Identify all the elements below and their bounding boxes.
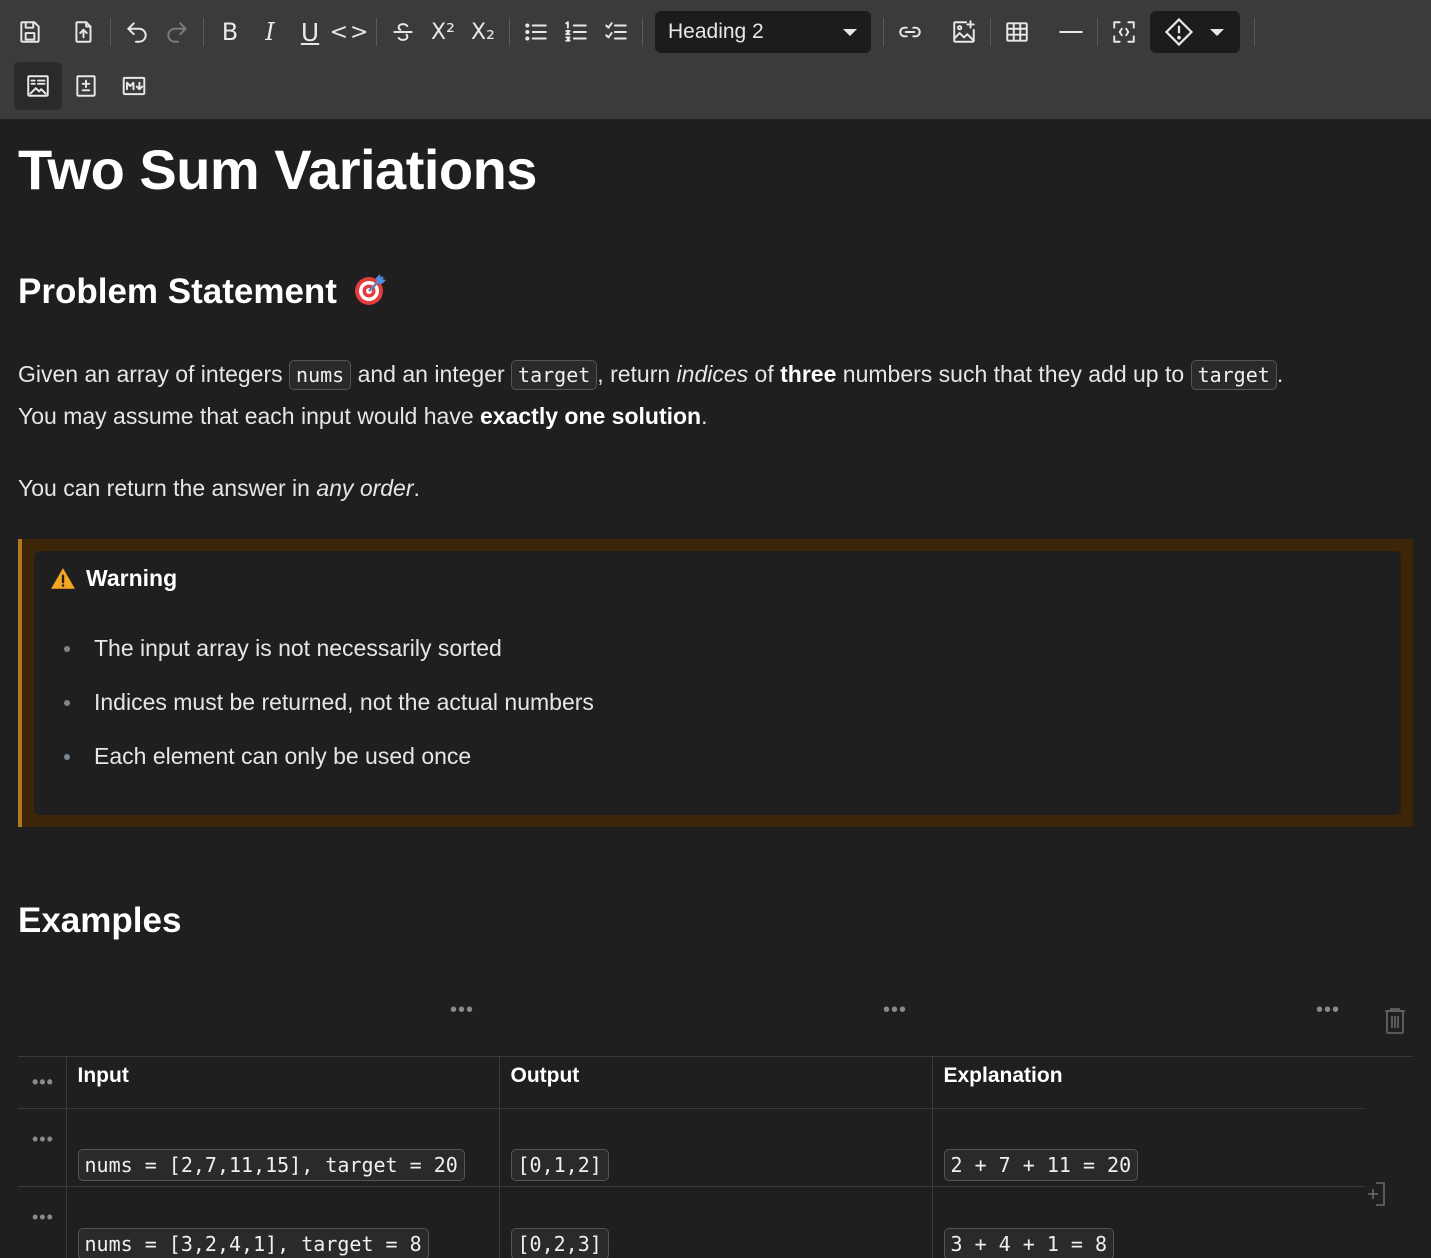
- row-handle-icon[interactable]: •••: [18, 1108, 66, 1187]
- chevron-down-icon: [843, 28, 857, 36]
- diff-icon[interactable]: [66, 66, 106, 106]
- warning-callout-title: Warning: [50, 565, 177, 592]
- table-header-cell[interactable]: Output: [498, 1056, 932, 1109]
- problem-paragraph-1: Given an array of integers nums and an i…: [18, 353, 1283, 396]
- numbered-list-icon[interactable]: [556, 12, 596, 52]
- strikethrough-icon[interactable]: [383, 12, 423, 52]
- toolbar-separator: [110, 18, 111, 46]
- callout-warning-icon: [1164, 17, 1194, 47]
- toolbar-row-2: [0, 60, 154, 112]
- table-icon[interactable]: [997, 12, 1037, 52]
- horizontal-rule-icon[interactable]: [1051, 12, 1091, 52]
- problem-paragraph-2: You may assume that each input would hav…: [18, 403, 708, 429]
- table-cell[interactable]: 2 + 7 + 11 = 20: [931, 1108, 1365, 1187]
- fullscreen-icon[interactable]: [1104, 12, 1144, 52]
- document-title: Two Sum Variations: [18, 138, 537, 201]
- problem-paragraph-3: You can return the answer in any order.: [18, 475, 420, 501]
- bold-button[interactable]: B: [210, 12, 250, 52]
- toolbar-separator: [642, 18, 643, 46]
- examples-heading: Examples: [18, 901, 182, 940]
- table-header-row: ••• Input Output Explanation: [18, 1056, 1365, 1109]
- toolbar-separator: [990, 18, 991, 46]
- table-row: ••• nums = [3,2,4,1], target = 8 [0,2,3]…: [18, 1186, 1365, 1258]
- row-handle-icon[interactable]: •••: [18, 1056, 66, 1109]
- table-header-cell[interactable]: Input: [65, 1056, 499, 1109]
- toolbar-separator: [1097, 18, 1098, 46]
- toolbar-row-1: B I U <> X² X₂ Heading 2: [0, 6, 1261, 58]
- heading-select[interactable]: Heading 2: [655, 11, 871, 53]
- column-handle-icon[interactable]: •••: [450, 999, 474, 1022]
- undo-icon[interactable]: [117, 12, 157, 52]
- link-icon[interactable]: [890, 12, 930, 52]
- warning-triangle-icon: [51, 567, 75, 589]
- target-emoji-icon: [354, 274, 386, 305]
- task-list-icon[interactable]: [596, 12, 636, 52]
- row-handle-icon[interactable]: •••: [18, 1186, 66, 1258]
- column-handle-icon[interactable]: •••: [883, 999, 907, 1022]
- heading-select-value: Heading 2: [668, 20, 764, 43]
- table-cell[interactable]: nums = [2,7,11,15], target = 20: [65, 1108, 499, 1187]
- chevron-down-icon: [1210, 28, 1224, 36]
- column-handle-icon[interactable]: •••: [1316, 999, 1340, 1022]
- table-edge-line: [1366, 1056, 1413, 1057]
- table-row: ••• nums = [2,7,11,15], target = 20 [0,1…: [18, 1108, 1365, 1187]
- markdown-mode-icon[interactable]: [114, 66, 154, 106]
- list-item: Each element can only be used once: [64, 729, 594, 783]
- toolbar-separator: [509, 18, 510, 46]
- table-cell[interactable]: 3 + 4 + 1 = 8: [931, 1186, 1365, 1258]
- inline-code: target: [1190, 360, 1277, 390]
- editor-toolbar: B I U <> X² X₂ Heading 2: [0, 0, 1431, 119]
- redo-icon[interactable]: [157, 12, 197, 52]
- add-column-icon[interactable]: [1366, 1180, 1390, 1210]
- table-cell[interactable]: [0,2,3]: [498, 1186, 932, 1258]
- warning-list: The input array is not necessarily sorte…: [64, 621, 594, 783]
- toolbar-separator: [376, 18, 377, 46]
- subscript-button[interactable]: X₂: [463, 12, 503, 52]
- list-item: The input array is not necessarily sorte…: [64, 621, 594, 675]
- code-button[interactable]: <>: [330, 12, 370, 52]
- problem-statement-heading: Problem Statement: [18, 271, 389, 312]
- toolbar-separator: [1254, 18, 1255, 46]
- inline-code: target: [511, 360, 598, 390]
- toolbar-separator: [883, 18, 884, 46]
- bullet-list-icon[interactable]: [516, 12, 556, 52]
- save-icon[interactable]: [10, 12, 50, 52]
- examples-table[interactable]: ••• Input Output Explanation ••• nums = …: [18, 1056, 1365, 1258]
- warning-callout-body: Warning The input array is not necessari…: [34, 551, 1401, 815]
- toolbar-separator: [203, 18, 204, 46]
- table-header-cell[interactable]: Explanation: [931, 1056, 1365, 1109]
- table-cell[interactable]: [0,1,2]: [498, 1108, 932, 1187]
- warning-callout: Warning The input array is not necessari…: [18, 539, 1413, 827]
- export-icon[interactable]: [64, 12, 104, 52]
- inline-code: nums: [289, 360, 352, 390]
- image-icon[interactable]: [944, 12, 984, 52]
- underline-button[interactable]: U: [290, 12, 330, 52]
- wysiwyg-mode-icon[interactable]: [14, 62, 62, 110]
- delete-table-icon[interactable]: [1383, 1007, 1407, 1035]
- italic-button[interactable]: I: [250, 12, 290, 52]
- superscript-button[interactable]: X²: [423, 12, 463, 52]
- table-cell[interactable]: nums = [3,2,4,1], target = 8: [65, 1186, 499, 1258]
- callout-select[interactable]: [1150, 11, 1240, 53]
- list-item: Indices must be returned, not the actual…: [64, 675, 594, 729]
